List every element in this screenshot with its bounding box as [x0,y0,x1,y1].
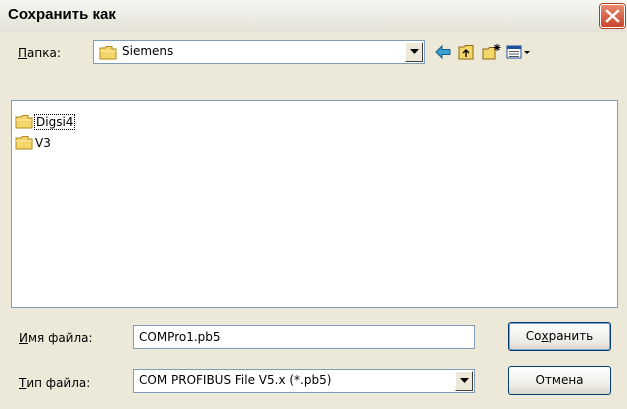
new-folder-button[interactable] [480,41,502,63]
folder-icon [15,136,33,150]
filetype-label: Тип файла: [19,376,91,390]
list-item-label: Digsi4 [33,113,76,130]
window-title: Сохранить как [8,6,116,23]
filetype-value: COM PROFIBUS File V5.x (*.pb5) [139,373,332,387]
close-icon [605,9,620,23]
filetype-combo[interactable]: COM PROFIBUS File V5.x (*.pb5) [133,369,475,393]
view-menu-icon [506,45,530,59]
new-folder-icon [482,44,501,60]
chevron-down-icon [410,49,419,54]
title-bar[interactable]: Сохранить как [0,0,627,32]
folder-value: Siemens [122,44,174,58]
up-folder-button[interactable] [456,41,478,63]
folder-combo[interactable]: Siemens [93,40,425,64]
folder-dropdown-button[interactable] [405,42,423,62]
folder-label: Папка: [18,46,61,60]
back-arrow-icon [435,44,451,60]
save-as-dialog: Сохранить как Папка: Siemens Digsi4 V3 И… [0,0,627,409]
cancel-button[interactable]: Отмена [508,366,611,395]
list-item-v3[interactable]: V3 [15,134,51,151]
chevron-down-icon [460,378,469,383]
close-button[interactable] [600,4,625,28]
filename-field[interactable]: COMPro1.pb5 [133,325,475,349]
view-menu-button[interactable] [504,41,534,63]
filename-label: Имя файла: [19,331,93,345]
list-item-label: V3 [35,135,51,150]
folder-icon [99,46,117,60]
save-button[interactable]: Сохранить [508,322,611,351]
back-button[interactable] [432,41,454,63]
folder-icon [15,115,33,129]
filename-value: COMPro1.pb5 [139,330,221,344]
list-item-digsi4[interactable]: Digsi4 [15,113,76,130]
filetype-dropdown-button[interactable] [455,371,473,391]
file-list[interactable]: Digsi4 V3 [11,100,618,308]
up-folder-icon [458,45,474,60]
